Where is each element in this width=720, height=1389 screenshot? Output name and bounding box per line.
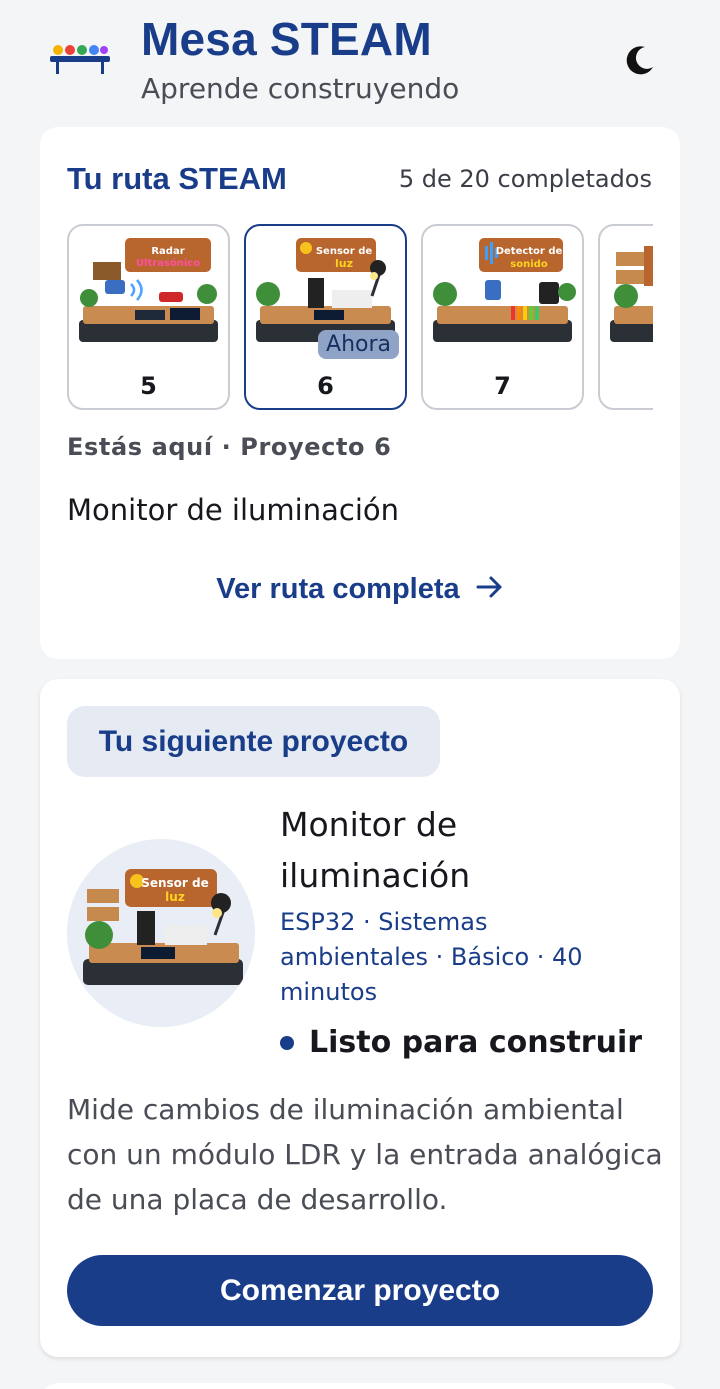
project-tile-7[interactable]: Detector de sonido 7 bbox=[421, 224, 584, 410]
project-status: Listo para construir bbox=[280, 1025, 642, 1060]
next-project-chip: Tu siguiente proyecto bbox=[67, 706, 440, 777]
current-position-label: Estás aquí · Proyecto 6 bbox=[67, 433, 392, 461]
start-project-button[interactable]: Comenzar proyecto bbox=[67, 1255, 653, 1326]
status-dot-icon bbox=[280, 1035, 294, 1050]
project-title: Monitor de iluminación bbox=[280, 805, 471, 895]
app-title: Mesa STEAM bbox=[141, 13, 432, 65]
svg-text:Sensor de: Sensor de bbox=[316, 246, 372, 257]
next-section-card bbox=[40, 1383, 680, 1389]
svg-text:luz: luz bbox=[165, 890, 185, 904]
route-title: Tu ruta STEAM bbox=[67, 161, 287, 196]
project-tile-6[interactable]: Sensor de luz Ahora 6 bbox=[244, 224, 407, 410]
project-meta: ESP32 · Sistemas ambientales · Básico · … bbox=[280, 908, 583, 1006]
next-project-card: Tu siguiente proyecto Sensor de luz Moni… bbox=[40, 679, 680, 1357]
view-full-route-link[interactable]: Ver ruta completa bbox=[40, 573, 680, 607]
project-thumbnail bbox=[606, 232, 653, 360]
sound-detector-project-thumbnail: Detector de sonido bbox=[429, 232, 576, 360]
tile-number: 5 bbox=[140, 372, 157, 400]
svg-text:sonido: sonido bbox=[510, 259, 548, 270]
svg-text:Ultrasónico: Ultrasónico bbox=[136, 257, 200, 269]
project-description: Mide cambios de iluminación ambiental co… bbox=[67, 1093, 663, 1216]
radar-project-thumbnail: Radar Ultrasónico bbox=[75, 232, 222, 360]
current-badge: Ahora bbox=[318, 330, 399, 359]
route-card: Tu ruta STEAM 5 de 20 completados Radar … bbox=[40, 127, 680, 659]
svg-text:Sensor de: Sensor de bbox=[141, 876, 209, 890]
project-tile-8[interactable]: 8 bbox=[598, 224, 653, 410]
project-tile-5[interactable]: Radar Ultrasónico 5 bbox=[67, 224, 230, 410]
project-image: Sensor de luz bbox=[67, 839, 255, 1027]
svg-text:Radar: Radar bbox=[151, 246, 184, 257]
robot-table-logo-icon bbox=[48, 40, 112, 76]
moon-icon bbox=[623, 43, 657, 81]
tile-number: 7 bbox=[494, 372, 511, 400]
project-status-label: Listo para construir bbox=[309, 1025, 643, 1060]
tile-number: 6 bbox=[317, 372, 334, 400]
route-progress: 5 de 20 completados bbox=[398, 165, 652, 193]
theme-toggle-button[interactable] bbox=[618, 40, 662, 84]
project-carousel[interactable]: Radar Ultrasónico 5 Sensor de luz Ahora … bbox=[67, 224, 653, 412]
app-screen: Mesa STEAM Aprende construyendo Tu ruta … bbox=[0, 0, 720, 1389]
app-header: Mesa STEAM Aprende construyendo bbox=[0, 0, 720, 118]
svg-text:luz: luz bbox=[335, 257, 353, 270]
current-project-name: Monitor de iluminación bbox=[67, 493, 399, 527]
svg-text:Detector de: Detector de bbox=[496, 246, 563, 257]
view-full-route-label: Ver ruta completa bbox=[216, 573, 460, 605]
app-subtitle: Aprende construyendo bbox=[141, 72, 460, 105]
arrow-right-icon bbox=[476, 574, 504, 607]
